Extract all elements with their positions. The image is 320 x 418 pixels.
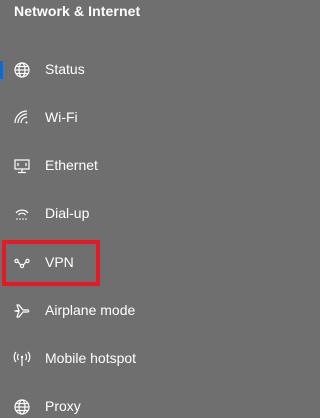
nav-item-label: Proxy bbox=[45, 398, 81, 414]
nav-item-mobile-hotspot[interactable]: Mobile hotspot bbox=[0, 342, 275, 374]
nav-item-label: Mobile hotspot bbox=[45, 350, 137, 366]
wifi-icon bbox=[13, 109, 31, 127]
globe-icon bbox=[13, 61, 31, 79]
nav-item-label: Ethernet bbox=[45, 157, 98, 173]
nav-item-label: VPN bbox=[45, 254, 74, 270]
nav-item-label: Status bbox=[45, 61, 85, 77]
dialup-icon bbox=[13, 205, 31, 223]
selected-indicator bbox=[0, 61, 3, 79]
nav-item-dialup[interactable]: Dial-up bbox=[0, 197, 275, 229]
airplane-icon bbox=[13, 302, 31, 320]
page-title: Network & Internet bbox=[14, 3, 141, 19]
nav-item-label: Dial-up bbox=[45, 205, 90, 221]
nav-item-status[interactable]: Status bbox=[0, 53, 275, 85]
settings-nav-panel: Network & Internet Status Wi-Fi Ethernet… bbox=[0, 0, 275, 418]
nav-item-wifi[interactable]: Wi-Fi bbox=[0, 101, 275, 133]
nav-item-vpn[interactable]: VPN bbox=[0, 246, 275, 278]
nav-item-airplane-mode[interactable]: Airplane mode bbox=[0, 294, 275, 326]
nav-item-label: Airplane mode bbox=[45, 302, 136, 318]
nav-item-proxy[interactable]: Proxy bbox=[0, 390, 275, 418]
ethernet-icon bbox=[13, 157, 31, 175]
vpn-icon bbox=[13, 254, 31, 272]
nav-item-label: Wi-Fi bbox=[45, 109, 78, 125]
globe-icon bbox=[13, 398, 31, 416]
nav-item-ethernet[interactable]: Ethernet bbox=[0, 149, 275, 181]
hotspot-icon bbox=[13, 350, 31, 368]
